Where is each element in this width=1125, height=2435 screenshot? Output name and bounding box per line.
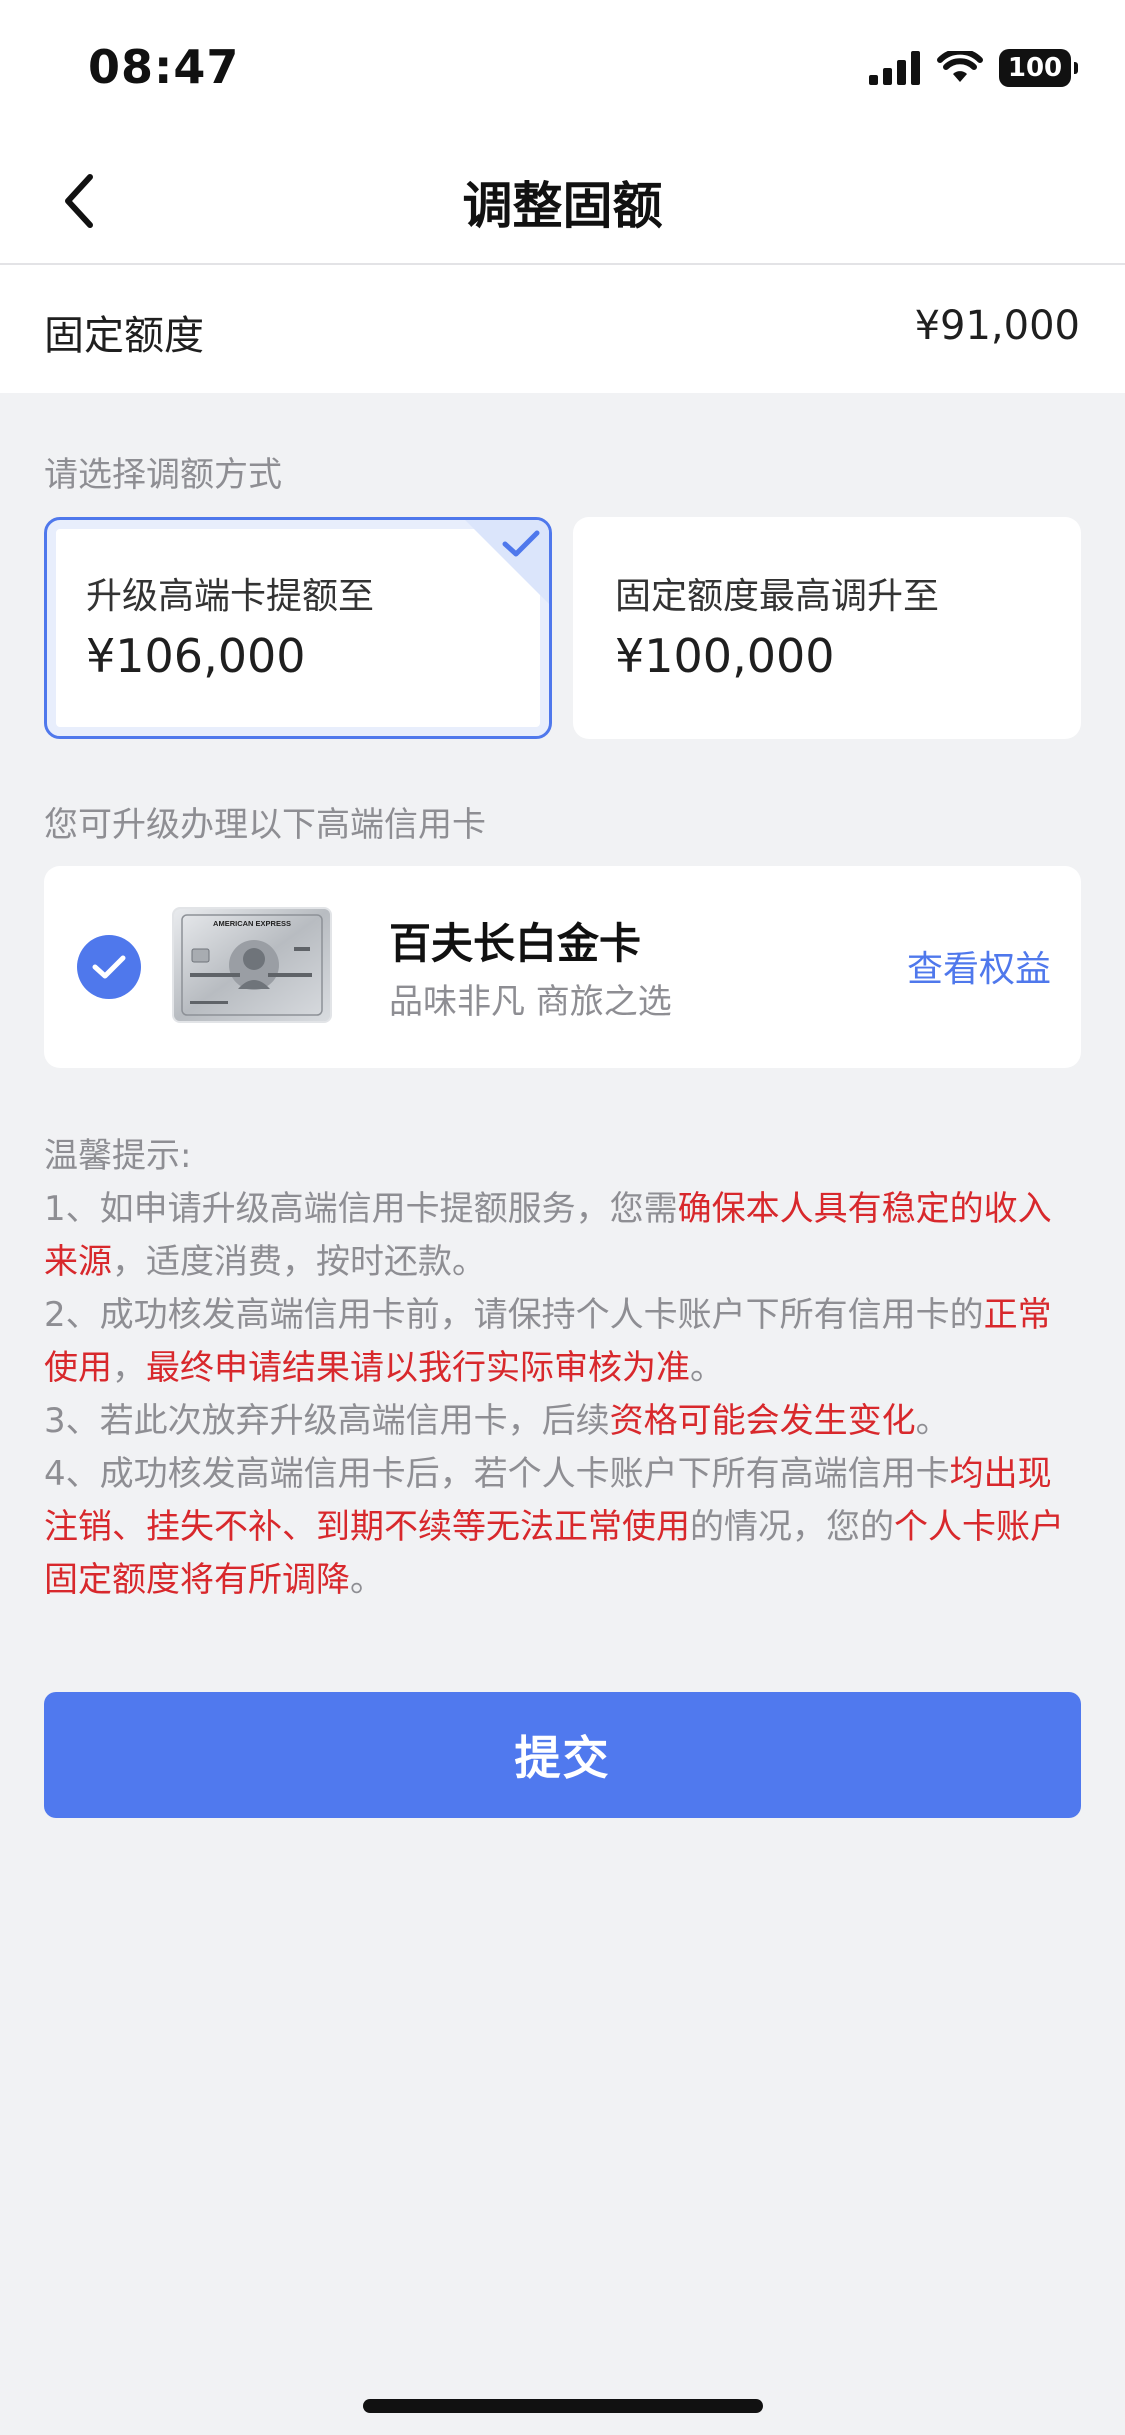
fixed-limit-label: 固定额度 [44, 313, 204, 359]
status-bar: 08:47 100 [0, 0, 1125, 140]
navigation-bar: 调整固额 [0, 140, 1125, 265]
upgrade-card-item[interactable]: AMERICAN EXPRESS 百夫长白金卡 品味非凡 商旅之选 查看权益 [44, 866, 1081, 1068]
option-title: 固定额度最高调升至 [615, 576, 940, 617]
upgrade-section-label: 您可升级办理以下高端信用卡 [44, 805, 486, 845]
method-section-label: 请选择调额方式 [44, 455, 282, 495]
card-brand-text: AMERICAN EXPRESS [213, 919, 291, 928]
view-benefits-link[interactable]: 查看权益 [907, 940, 1051, 992]
tip-item-1: 1、如申请升级高端信用卡提额服务，您需确保本人具有稳定的收入来源，适度消费，按时… [44, 1189, 1052, 1282]
tips-heading: 温馨提示: [44, 1136, 192, 1176]
card-select-radio[interactable] [77, 935, 141, 999]
check-icon [92, 955, 126, 979]
tip-item-3: 3、若此次放弃升级高端信用卡，后续资格可能会发生变化。 [44, 1401, 950, 1441]
fixed-limit-row: 固定额度 ¥91,000 [0, 265, 1125, 393]
tip-item-4: 4、成功核发高端信用卡后，若个人卡账户下所有高端信用卡均出现注销、挂失不补、到期… [44, 1454, 1064, 1600]
status-icons: 100 [869, 46, 1078, 90]
status-time: 08:47 [88, 40, 240, 94]
tips-section: 温馨提示: 1、如申请升级高端信用卡提额服务，您需确保本人具有稳定的收入来源，适… [44, 1130, 1084, 1607]
option-fixed-raise-card[interactable]: 固定额度最高调升至 ¥100,000 [573, 517, 1081, 739]
page-title: 调整固额 [462, 177, 663, 235]
submit-button[interactable]: 提交 [44, 1692, 1081, 1818]
platinum-card-image: AMERICAN EXPRESS [174, 909, 330, 1021]
option-title: 升级高端卡提额至 [86, 576, 375, 617]
home-indicator [363, 2399, 763, 2413]
wifi-icon [937, 51, 983, 82]
fixed-limit-value: ¥91,000 [914, 303, 1080, 349]
option-amount: ¥106,000 [86, 629, 306, 683]
signal-icon [869, 51, 920, 85]
tip-item-2: 2、成功核发高端信用卡前，请保持个人卡账户下所有信用卡的正常使用，最终申请结果请… [44, 1295, 1052, 1388]
option-amount: ¥100,000 [615, 629, 835, 683]
checkmark-icon [502, 530, 540, 557]
battery-indicator: 100 [999, 49, 1078, 87]
card-subtitle: 品味非凡 商旅之选 [389, 982, 672, 1022]
card-name: 百夫长白金卡 [389, 919, 642, 968]
option-upgrade-card[interactable]: 升级高端卡提额至 ¥106,000 [44, 517, 552, 739]
